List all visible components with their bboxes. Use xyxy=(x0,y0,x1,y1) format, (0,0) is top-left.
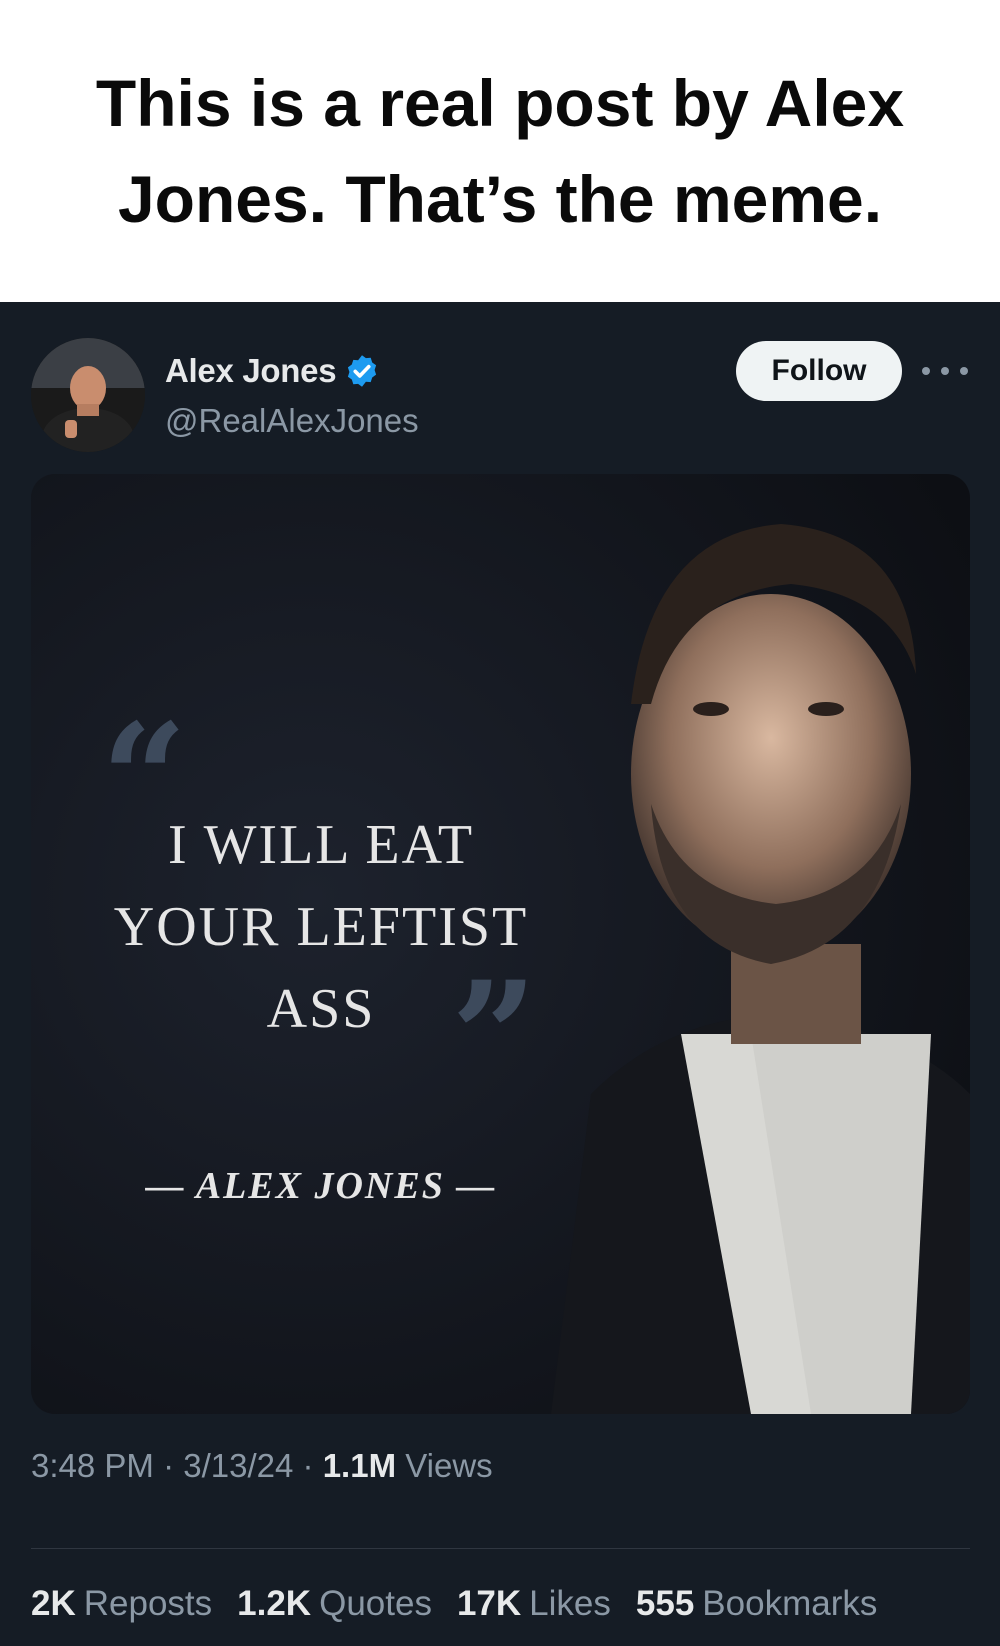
verified-badge-icon xyxy=(348,355,377,387)
quote-close-mark: ” xyxy=(451,949,537,1125)
stat-reposts[interactable]: 2K Reposts xyxy=(31,1584,212,1624)
more-options-icon[interactable] xyxy=(922,354,968,388)
post-date[interactable]: 3/13/24 xyxy=(183,1447,293,1484)
views-label: Views xyxy=(405,1447,493,1484)
avatar[interactable] xyxy=(31,338,145,452)
views-count: 1.1M xyxy=(322,1447,397,1484)
author-display-name[interactable]: Alex Jones xyxy=(165,352,337,390)
author-handle[interactable]: @RealAlexJones xyxy=(165,402,419,440)
stat-count: 1.2K xyxy=(237,1584,312,1623)
stat-bookmarks[interactable]: 555 Bookmarks xyxy=(636,1584,877,1624)
follow-button[interactable]: Follow xyxy=(736,341,902,401)
post-time[interactable]: 3:48 PM xyxy=(31,1447,154,1484)
avatar-image xyxy=(31,338,145,452)
quote-line: I WILL EAT xyxy=(167,814,475,876)
stat-count: 2K xyxy=(31,1584,76,1623)
post-card: Alex Jones @RealAlexJones Follow “ I WIL… xyxy=(0,302,1000,1646)
more-dot xyxy=(960,367,968,375)
quote-attribution: — ALEX JONES — xyxy=(145,1165,497,1207)
stat-likes[interactable]: 17K Likes xyxy=(457,1584,611,1624)
caption-text: This is a real post by Alex Jones. That’… xyxy=(95,66,905,236)
meme-caption: This is a real post by Alex Jones. That’… xyxy=(0,0,1000,302)
author-name-row: Alex Jones xyxy=(165,352,380,390)
post-media-image[interactable]: “ I WILL EAT YOUR LEFTIST ASS ” — ALEX J… xyxy=(31,474,970,1414)
stat-label: Quotes xyxy=(319,1584,432,1623)
post-meta: 3:48 PM · 3/13/24 · 1.1M Views xyxy=(31,1447,493,1485)
meta-separator: · xyxy=(163,1447,175,1484)
engagement-stats: 2K Reposts 1.2K Quotes 17K Likes 555 Boo… xyxy=(31,1584,902,1624)
stat-count: 555 xyxy=(635,1584,695,1623)
meta-separator: · xyxy=(302,1447,314,1484)
stat-label: Reposts xyxy=(83,1584,213,1623)
more-dot xyxy=(941,367,949,375)
stat-label: Bookmarks xyxy=(702,1584,878,1623)
divider xyxy=(31,1548,970,1549)
more-dot xyxy=(922,367,930,375)
stat-count: 17K xyxy=(456,1584,522,1623)
stat-quotes[interactable]: 1.2K Quotes xyxy=(237,1584,432,1624)
stat-label: Likes xyxy=(529,1584,611,1623)
